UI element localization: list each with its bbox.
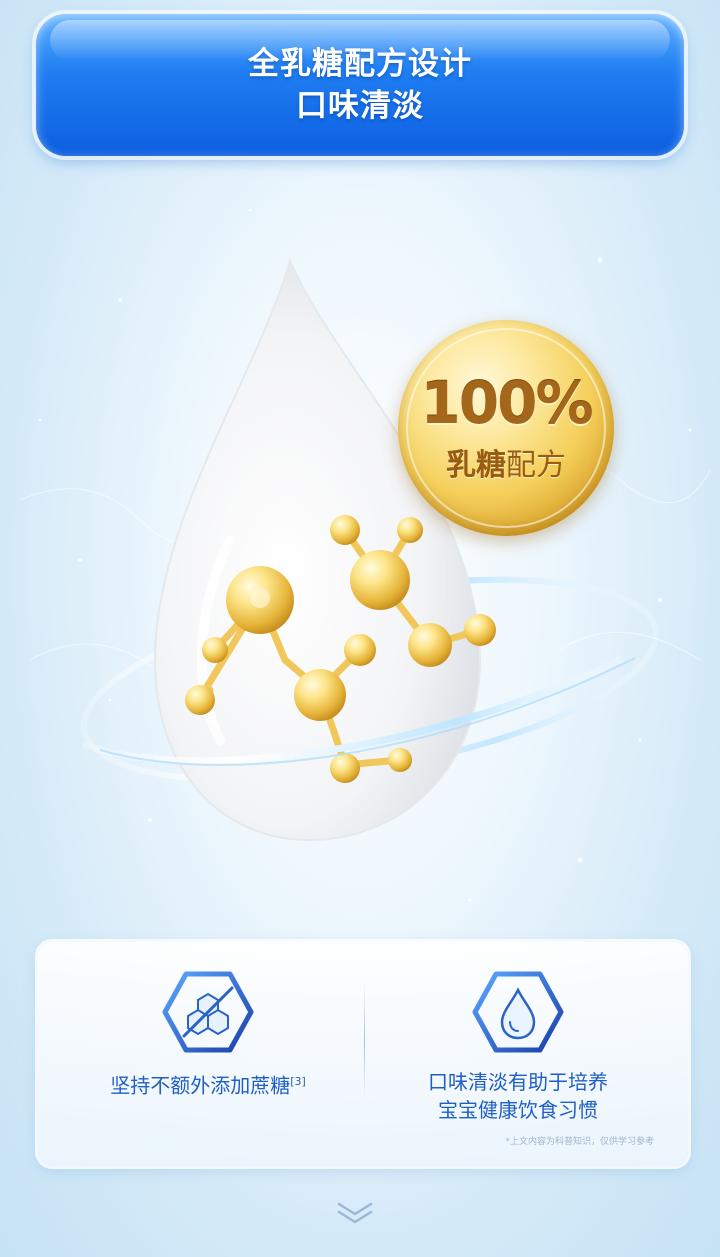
sugar-cubes-icon [162, 971, 254, 1053]
badge-percent: 100% [420, 369, 593, 437]
feature-no-sucrose-text: 坚持不额外添加蔗糖[3] [110, 1068, 306, 1100]
header-title-line-2: 口味清淡 [296, 88, 424, 124]
footnote: *上文内容为科普知识，仅供学习参考 [505, 1137, 654, 1147]
feature-light-taste: 口味清淡有助于培养 宝宝健康饮食习惯 [368, 970, 668, 1124]
header-banner: 全乳糖配方设计 口味清淡 [36, 14, 684, 156]
water-drop-icon [472, 971, 564, 1053]
chevron-down-icon[interactable] [335, 1198, 375, 1228]
feature-no-sucrose-label: 坚持不额外添加蔗糖 [110, 1073, 291, 1098]
badge-label-normal: 配方 [506, 448, 566, 483]
badge-label: 乳糖 配方 [446, 440, 566, 484]
feature-no-sucrose: 坚持不额外添加蔗糖[3] [58, 970, 358, 1100]
feature-light-taste-text: 口味清淡有助于培养 宝宝健康饮食习惯 [428, 1068, 608, 1124]
feature-card: 坚持不额外添加蔗糖[3] 口味清淡有助于培养 宝宝健康饮食习惯 *上文内容为科普… [38, 942, 688, 1166]
feature-light-taste-line-2: 宝宝健康饮食习惯 [438, 1098, 598, 1122]
card-divider [364, 982, 365, 1100]
reference-mark: [3] [290, 1075, 306, 1088]
lactose-100-percent-badge: 100% 乳糖 配方 [398, 320, 614, 536]
header-title-line-1: 全乳糖配方设计 [248, 46, 472, 82]
feature-light-taste-line-1: 口味清淡有助于培养 [428, 1070, 608, 1094]
milk-drop-illustration [80, 256, 660, 842]
badge-label-bold: 乳糖 [446, 448, 506, 483]
